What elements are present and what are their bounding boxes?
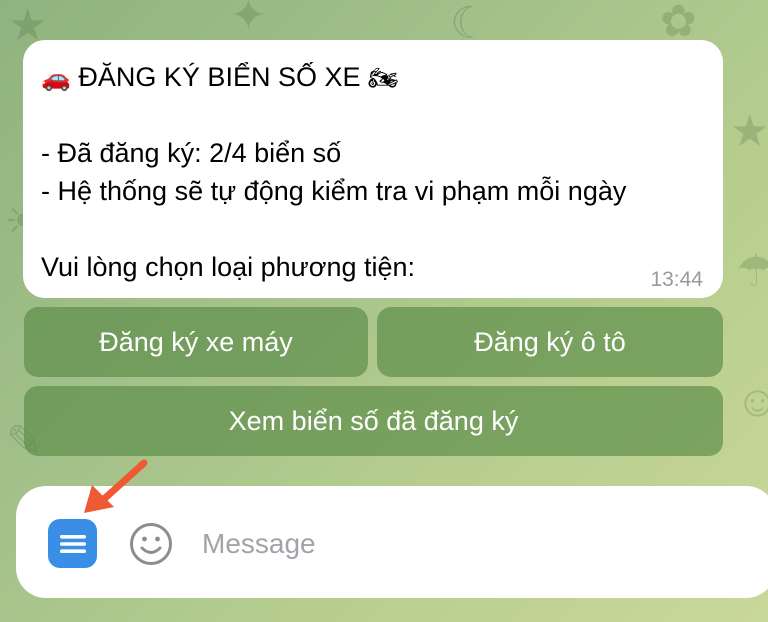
message-title: ĐĂNG KÝ BIỂN SỐ XE — [78, 62, 361, 92]
smiley-icon — [130, 523, 172, 565]
red-arrow-annotation-icon — [84, 459, 148, 513]
bot-menu-button[interactable] — [48, 519, 97, 568]
message-timestamp: 13:44 — [650, 268, 703, 291]
message-registered-count: - Đã đăng ký: 2/4 biển số — [41, 138, 342, 168]
car-emoji-icon: 🚗 — [41, 64, 71, 92]
message-title-line: 🚗 ĐĂNG KÝ BIỂN SỐ XE 🏍 — [41, 58, 705, 96]
menu-icon — [59, 534, 86, 553]
view-registered-plates-button[interactable]: Xem biển số đã đăng ký — [24, 386, 723, 456]
message-auto-check-note: - Hệ thống sẽ tự động kiểm tra vi phạm m… — [41, 176, 627, 206]
motorcycle-emoji-icon: 🏍 — [368, 64, 399, 92]
message-prompt: Vui lòng chọn loại phương tiện: — [41, 252, 416, 282]
bot-message-bubble: 🚗 ĐĂNG KÝ BIỂN SỐ XE 🏍 - Đã đăng ký: 2/4… — [23, 40, 723, 298]
message-input[interactable] — [200, 518, 744, 570]
register-motorbike-button[interactable]: Đăng ký xe máy — [24, 307, 368, 377]
register-car-button[interactable]: Đăng ký ô tô — [377, 307, 723, 377]
emoji-button[interactable] — [129, 522, 173, 566]
